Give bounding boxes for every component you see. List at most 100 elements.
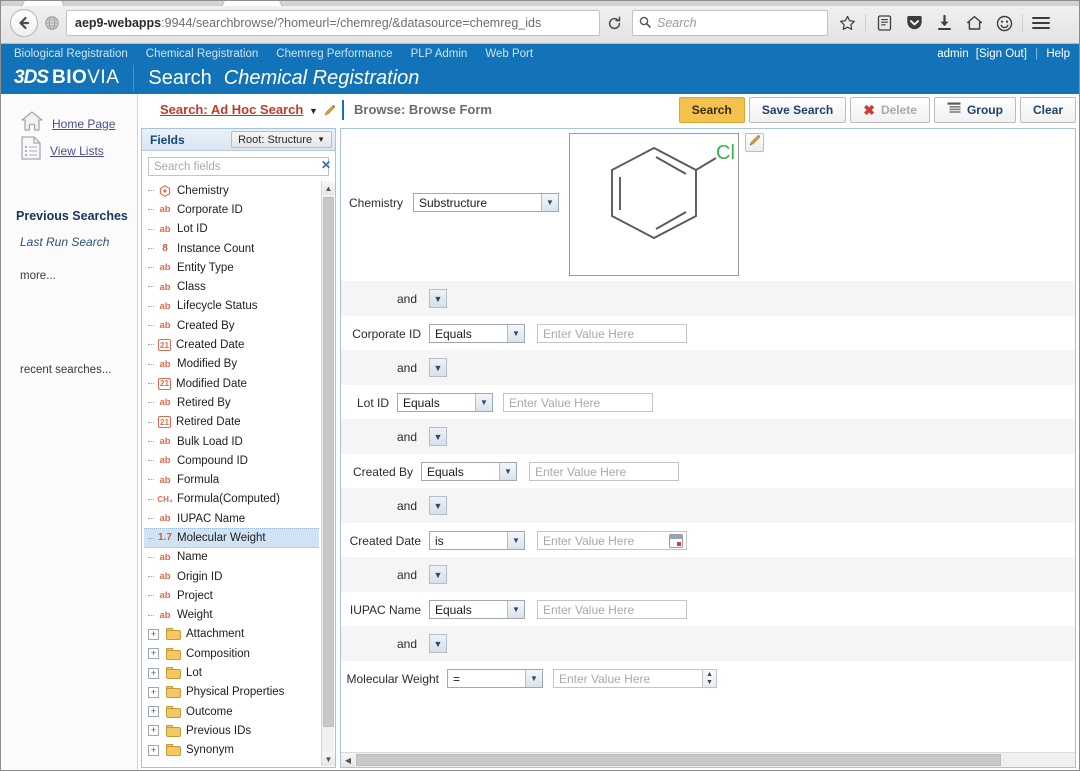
- url-bar[interactable]: aep9-webapps:9944/searchbrowse/?homeurl=…: [66, 10, 600, 36]
- connector-select[interactable]: ▼: [429, 565, 447, 584]
- field-tree-item[interactable]: ab Created By: [144, 316, 319, 335]
- back-arrow-icon[interactable]: [10, 9, 38, 37]
- expand-plus-icon[interactable]: +: [148, 667, 159, 679]
- expand-plus-icon[interactable]: +: [148, 744, 159, 756]
- field-tree-item[interactable]: ab IUPAC Name: [144, 509, 319, 528]
- chemistry-operator-select[interactable]: Substructure ▼: [413, 193, 559, 212]
- field-tree-item[interactable]: ab Name: [144, 548, 319, 567]
- expand-plus-icon[interactable]: +: [148, 628, 159, 640]
- save-search-button[interactable]: Save Search: [748, 97, 847, 123]
- scrollbar-thumb[interactable]: [323, 197, 334, 727]
- expand-plus-icon[interactable]: +: [148, 686, 159, 698]
- expand-plus-icon[interactable]: +: [148, 725, 159, 737]
- nav-link-biological-registration[interactable]: Biological Registration: [14, 46, 128, 62]
- molecule-structure-preview[interactable]: Cl: [569, 133, 739, 276]
- field-tree-item[interactable]: 21 Created Date: [144, 335, 319, 354]
- field-tree-item[interactable]: + Outcome: [144, 702, 319, 721]
- chevron-down-icon[interactable]: ▼: [541, 194, 558, 211]
- number-stepper[interactable]: ▲ ▼: [703, 669, 717, 688]
- field-tree-item[interactable]: + Previous IDs: [144, 721, 319, 740]
- sign-out-link[interactable]: [Sign Out]: [976, 48, 1027, 60]
- connector-select[interactable]: ▼: [429, 496, 447, 515]
- field-tree-item[interactable]: ab Origin ID: [144, 567, 319, 586]
- star-icon[interactable]: [832, 10, 862, 36]
- search-fields-input[interactable]: Search fields: [148, 157, 329, 176]
- field-tree-item[interactable]: ab Lifecycle Status: [144, 297, 319, 316]
- operator-select[interactable]: = ▼: [447, 669, 543, 688]
- field-tree-item[interactable]: + Synonym: [144, 741, 319, 760]
- field-tree-item[interactable]: ab Class: [144, 277, 319, 296]
- tab-ad-hoc-search[interactable]: Search: Ad Hoc Search: [160, 102, 303, 117]
- field-tree-item[interactable]: 8 Instance Count: [144, 239, 319, 258]
- browser-tab[interactable]: [222, 0, 282, 6]
- field-tree-item[interactable]: ab Corporate ID: [144, 200, 319, 219]
- root-selector[interactable]: Root: Structure ▼: [231, 131, 332, 148]
- field-tree-scrollbar[interactable]: ▲ ▼: [321, 181, 335, 766]
- clear-button[interactable]: Clear: [1019, 97, 1076, 123]
- caret-down-icon[interactable]: ▼: [309, 106, 318, 116]
- chevron-left-icon[interactable]: ◀: [341, 753, 355, 767]
- sidebar-item-view-lists[interactable]: View Lists: [20, 136, 104, 165]
- browser-tab[interactable]: [22, 0, 64, 6]
- value-input[interactable]: Enter Value Here: [537, 531, 687, 550]
- pencil-icon[interactable]: [323, 103, 337, 122]
- nav-link-chemreg-performance[interactable]: Chemreg Performance: [276, 46, 392, 62]
- pocket-icon[interactable]: [899, 10, 929, 36]
- group-button[interactable]: Group: [933, 97, 1016, 123]
- expand-plus-icon[interactable]: +: [148, 706, 159, 718]
- value-input[interactable]: Enter Value Here: [537, 324, 687, 343]
- field-tree-item[interactable]: + Lot: [144, 663, 319, 682]
- field-tree-item[interactable]: 21 Retired Date: [144, 413, 319, 432]
- hamburger-menu-icon[interactable]: [1026, 10, 1056, 36]
- smiley-icon[interactable]: [989, 10, 1019, 36]
- connector-select[interactable]: ▼: [429, 427, 447, 446]
- field-tree-item[interactable]: ab Modified By: [144, 355, 319, 374]
- scrollbar-thumb[interactable]: [356, 754, 1001, 766]
- recent-searches-link[interactable]: recent searches...: [20, 364, 111, 376]
- more-link[interactable]: more...: [20, 270, 56, 282]
- search-button[interactable]: Search: [678, 97, 745, 123]
- tab-browse-form[interactable]: Browse: Browse Form: [354, 102, 492, 117]
- value-input[interactable]: Enter Value Here: [503, 393, 653, 412]
- nav-link-web-port[interactable]: Web Port: [485, 46, 533, 62]
- globe-icon[interactable]: [44, 15, 60, 31]
- field-tree-item[interactable]: ab Bulk Load ID: [144, 432, 319, 451]
- chevron-down-icon[interactable]: ▼: [507, 532, 524, 549]
- field-tree-item[interactable]: + Attachment: [144, 625, 319, 644]
- chevron-down-icon[interactable]: ▼: [507, 325, 524, 342]
- field-tree-item[interactable]: 21 Modified Date: [144, 374, 319, 393]
- operator-select[interactable]: Equals ▼: [397, 393, 493, 412]
- sidebar-item-home-page[interactable]: Home Page: [20, 110, 115, 137]
- form-horizontal-scrollbar[interactable]: ◀: [341, 752, 1075, 767]
- field-tree-item[interactable]: + Physical Properties: [144, 683, 319, 702]
- home-icon[interactable]: [959, 10, 989, 36]
- operator-select[interactable]: Equals ▼: [429, 600, 525, 619]
- nav-link-plp-admin[interactable]: PLP Admin: [411, 46, 468, 62]
- field-tree-item[interactable]: ab Entity Type: [144, 258, 319, 277]
- nav-link-chemical-registration[interactable]: Chemical Registration: [146, 46, 259, 62]
- caret-down-icon[interactable]: ▼: [703, 679, 716, 688]
- field-tree-item[interactable]: ab Lot ID: [144, 220, 319, 239]
- value-input[interactable]: Enter Value Here: [553, 669, 703, 688]
- operator-select[interactable]: Equals ▼: [421, 462, 517, 481]
- field-tree-item[interactable]: + Composition: [144, 644, 319, 663]
- operator-select[interactable]: Equals ▼: [429, 324, 525, 343]
- browser-search-input[interactable]: Search: [632, 10, 828, 36]
- edit-structure-button[interactable]: [745, 133, 764, 152]
- field-tree-item[interactable]: ab Formula: [144, 470, 319, 489]
- chevron-up-icon[interactable]: ▲: [322, 181, 335, 195]
- field-tree-item[interactable]: 1.7 Molecular Weight: [144, 528, 319, 548]
- field-tree-item[interactable]: ab Weight: [144, 606, 319, 625]
- sidebar-item-label[interactable]: View Lists: [50, 144, 104, 158]
- chevron-down-icon[interactable]: ▼: [525, 670, 542, 687]
- chevron-down-icon[interactable]: ▼: [507, 601, 524, 618]
- last-run-search-link[interactable]: Last Run Search: [20, 235, 109, 249]
- caret-up-icon[interactable]: ▲: [703, 670, 716, 679]
- chevron-down-icon[interactable]: ▼: [322, 752, 335, 766]
- value-input[interactable]: Enter Value Here: [529, 462, 679, 481]
- clear-x-icon[interactable]: ✕: [321, 158, 331, 172]
- reload-icon[interactable]: [600, 10, 628, 36]
- field-tree-item[interactable]: ab Retired By: [144, 393, 319, 412]
- field-tree-item[interactable]: ab Compound ID: [144, 451, 319, 470]
- chevron-down-icon[interactable]: ▼: [499, 463, 516, 480]
